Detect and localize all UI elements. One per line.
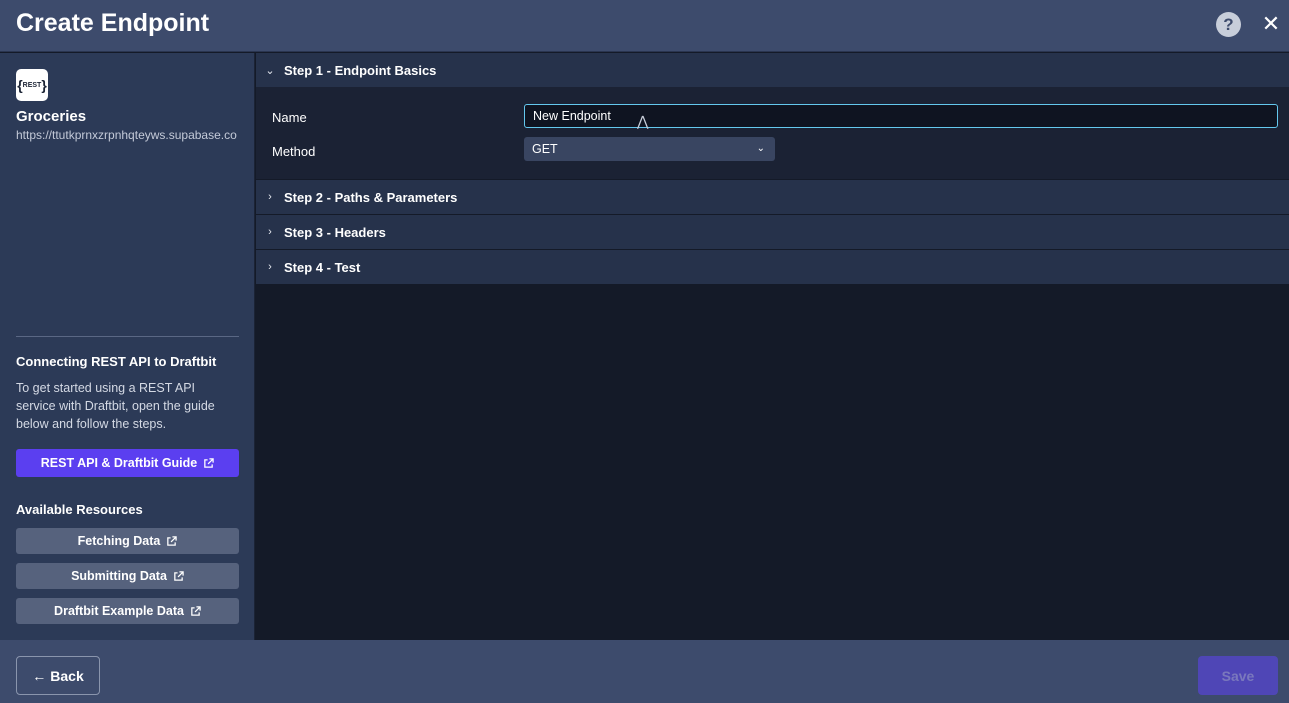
external-link-icon bbox=[167, 535, 178, 546]
fetching-data-button[interactable]: Fetching Data bbox=[16, 528, 239, 554]
method-select[interactable]: GET ⌄ bbox=[524, 137, 775, 161]
save-label: Save bbox=[1221, 667, 1255, 684]
chevron-right-icon: › bbox=[268, 191, 272, 203]
page-title: Create Endpoint bbox=[16, 9, 210, 37]
resource-label: Draftbit Example Data bbox=[54, 604, 184, 618]
external-link-icon bbox=[204, 457, 214, 468]
name-label: Name bbox=[272, 110, 307, 125]
save-button[interactable]: Save bbox=[1198, 656, 1278, 695]
example-data-button[interactable]: Draftbit Example Data bbox=[16, 598, 239, 624]
step-1-header[interactable]: ⌄ Step 1 - Endpoint Basics bbox=[256, 53, 1289, 87]
modal-footer: ← Back Save bbox=[0, 640, 1289, 703]
chevron-right-icon: › bbox=[268, 261, 272, 273]
step-label: Step 3 - Headers bbox=[284, 224, 386, 240]
step-label: Step 1 - Endpoint Basics bbox=[284, 62, 437, 78]
guide-button[interactable]: REST API & Draftbit Guide bbox=[16, 449, 239, 477]
resources-title: Available Resources bbox=[16, 502, 143, 517]
datasource-url: https://ttutkprnxzrpnhqteyws.supabase.co bbox=[16, 128, 237, 142]
modal-header: Create Endpoint ? ✕ bbox=[0, 0, 1289, 52]
step-label: Step 2 - Paths & Parameters bbox=[284, 189, 458, 205]
back-button[interactable]: ← Back bbox=[16, 656, 100, 695]
text-cursor-icon: ⋀ bbox=[637, 114, 649, 130]
help-icon[interactable]: ? bbox=[1216, 12, 1241, 37]
main-content: ⌄ Step 1 - Endpoint Basics Name Method G… bbox=[256, 53, 1289, 640]
step-4-header[interactable]: › Step 4 - Test bbox=[256, 250, 1289, 284]
guide-text: To get started using a REST API service … bbox=[16, 381, 215, 431]
guide-title: Connecting REST API to Draftbit bbox=[16, 354, 217, 369]
resource-label: Submitting Data bbox=[71, 569, 167, 583]
external-link-icon bbox=[174, 570, 184, 581]
rest-logo-icon: {REST} bbox=[16, 69, 48, 101]
chevron-right-icon: › bbox=[268, 226, 272, 238]
resource-label: Fetching Data bbox=[77, 534, 161, 548]
sidebar: {REST} Groceries https://ttutkprnxzrpnhq… bbox=[0, 53, 255, 640]
step-2-header[interactable]: › Step 2 - Paths & Parameters bbox=[256, 180, 1289, 214]
method-value: GET bbox=[532, 142, 558, 156]
step-1-body: Name Method GET ⌄ bbox=[256, 87, 1289, 179]
chevron-down-icon: ⌄ bbox=[756, 143, 765, 154]
method-label: Method bbox=[272, 144, 316, 159]
arrow-left-icon: ← bbox=[32, 667, 47, 684]
datasource-name: Groceries bbox=[16, 108, 87, 125]
step-3-header[interactable]: › Step 3 - Headers bbox=[256, 215, 1289, 249]
close-icon[interactable]: ✕ bbox=[1261, 12, 1281, 36]
guide-button-label: REST API & Draftbit Guide bbox=[40, 456, 198, 470]
back-label: Back bbox=[50, 667, 84, 684]
chevron-down-icon: ⌄ bbox=[265, 64, 275, 77]
external-link-icon bbox=[191, 605, 201, 616]
submitting-data-button[interactable]: Submitting Data bbox=[16, 563, 239, 589]
step-label: Step 4 - Test bbox=[284, 259, 361, 275]
sidebar-divider bbox=[16, 336, 239, 337]
